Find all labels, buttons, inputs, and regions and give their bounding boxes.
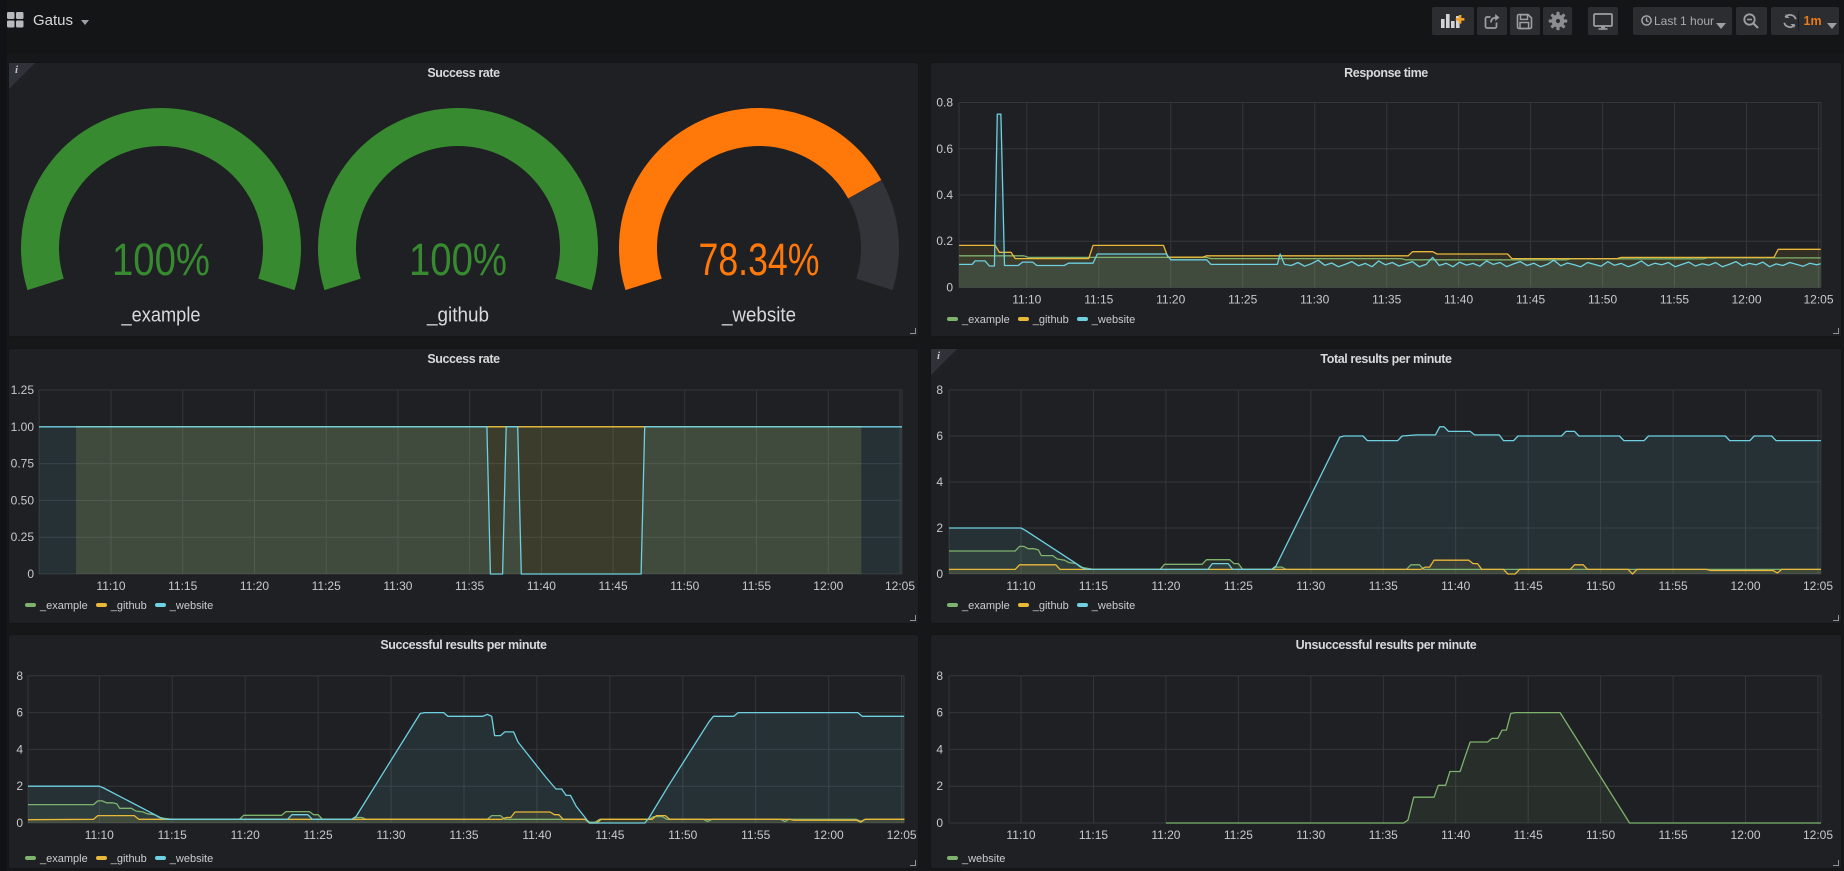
- svg-text:100%: 100%: [409, 234, 507, 285]
- svg-text:11:40: 11:40: [1444, 293, 1473, 307]
- svg-text:2: 2: [936, 521, 943, 535]
- svg-text:8: 8: [936, 669, 943, 683]
- svg-text:12:05: 12:05: [885, 579, 915, 593]
- svg-text:11:20: 11:20: [240, 579, 269, 593]
- svg-text:11:55: 11:55: [741, 828, 770, 842]
- svg-text:11:50: 11:50: [670, 579, 699, 593]
- svg-text:0: 0: [27, 567, 34, 581]
- svg-text:1.00: 1.00: [11, 420, 35, 434]
- svg-text:2: 2: [936, 779, 943, 793]
- svg-text:8: 8: [16, 669, 23, 683]
- svg-text:11:40: 11:40: [1441, 579, 1470, 593]
- svg-text:0.25: 0.25: [11, 530, 35, 544]
- svg-text:12:05: 12:05: [1803, 293, 1833, 307]
- svg-text:0.4: 0.4: [936, 188, 953, 202]
- svg-text:11:20: 11:20: [1156, 293, 1185, 307]
- svg-text:11:15: 11:15: [168, 579, 197, 593]
- svg-text:4: 4: [936, 742, 943, 756]
- svg-text:11:25: 11:25: [1224, 828, 1253, 842]
- svg-text:11:15: 11:15: [1084, 293, 1113, 307]
- svg-text:11:15: 11:15: [1079, 579, 1108, 593]
- svg-text:11:55: 11:55: [1660, 293, 1689, 307]
- svg-text:0.75: 0.75: [11, 457, 35, 471]
- svg-text:11:35: 11:35: [1369, 579, 1398, 593]
- svg-text:11:30: 11:30: [1300, 293, 1329, 307]
- svg-text:0.2: 0.2: [936, 234, 953, 248]
- svg-text:11:10: 11:10: [1006, 579, 1035, 593]
- svg-text:100%: 100%: [112, 234, 210, 285]
- svg-text:11:15: 11:15: [158, 828, 187, 842]
- svg-text:11:20: 11:20: [1151, 579, 1180, 593]
- svg-text:8: 8: [936, 383, 943, 397]
- svg-text:11:40: 11:40: [527, 579, 556, 593]
- svg-text:12:05: 12:05: [887, 828, 917, 842]
- svg-text:11:20: 11:20: [1151, 828, 1180, 842]
- svg-text:11:45: 11:45: [1514, 828, 1543, 842]
- svg-text:11:30: 11:30: [1296, 828, 1325, 842]
- svg-text:6: 6: [16, 706, 23, 720]
- svg-text:2: 2: [16, 779, 23, 793]
- svg-text:0: 0: [936, 816, 943, 830]
- svg-text:11:35: 11:35: [449, 828, 478, 842]
- svg-text:11:40: 11:40: [522, 828, 551, 842]
- svg-text:12:00: 12:00: [1730, 828, 1760, 842]
- svg-text:11:10: 11:10: [1012, 293, 1041, 307]
- svg-text:11:35: 11:35: [1369, 828, 1398, 842]
- svg-text:11:25: 11:25: [304, 828, 333, 842]
- svg-text:12:00: 12:00: [813, 579, 843, 593]
- svg-text:11:55: 11:55: [742, 579, 771, 593]
- svg-text:_example: _example: [121, 305, 201, 327]
- svg-text:12:05: 12:05: [1803, 828, 1833, 842]
- svg-text:12:00: 12:00: [1730, 579, 1760, 593]
- svg-text:11:55: 11:55: [1659, 579, 1688, 593]
- svg-text:0.50: 0.50: [11, 493, 35, 507]
- svg-text:11:40: 11:40: [1441, 828, 1470, 842]
- svg-text:11:20: 11:20: [231, 828, 260, 842]
- svg-text:0: 0: [936, 567, 943, 581]
- svg-text:11:25: 11:25: [312, 579, 341, 593]
- svg-text:11:45: 11:45: [595, 828, 624, 842]
- svg-text:11:55: 11:55: [1659, 828, 1688, 842]
- svg-text:11:25: 11:25: [1224, 579, 1253, 593]
- svg-text:0.8: 0.8: [936, 96, 953, 110]
- svg-text:11:30: 11:30: [1296, 579, 1325, 593]
- svg-text:11:10: 11:10: [85, 828, 114, 842]
- svg-text:11:30: 11:30: [376, 828, 405, 842]
- svg-text:1.25: 1.25: [11, 383, 35, 397]
- svg-text:0: 0: [16, 816, 23, 830]
- svg-text:12:00: 12:00: [814, 828, 844, 842]
- svg-text:_github: _github: [426, 305, 489, 327]
- svg-text:11:50: 11:50: [1586, 828, 1615, 842]
- svg-text:11:10: 11:10: [1006, 828, 1035, 842]
- svg-text:11:15: 11:15: [1079, 828, 1108, 842]
- svg-text:6: 6: [936, 429, 943, 443]
- svg-text:4: 4: [16, 742, 23, 756]
- svg-text:11:25: 11:25: [1228, 293, 1257, 307]
- svg-text:11:50: 11:50: [1586, 579, 1615, 593]
- svg-text:11:50: 11:50: [1588, 293, 1617, 307]
- svg-text:11:50: 11:50: [668, 828, 697, 842]
- svg-text:12:05: 12:05: [1803, 579, 1833, 593]
- svg-text:11:35: 11:35: [1372, 293, 1401, 307]
- svg-text:11:45: 11:45: [599, 579, 628, 593]
- svg-text:12:00: 12:00: [1731, 293, 1761, 307]
- svg-text:11:45: 11:45: [1516, 293, 1545, 307]
- svg-text:4: 4: [936, 475, 943, 489]
- svg-text:11:10: 11:10: [96, 579, 125, 593]
- svg-text:11:45: 11:45: [1514, 579, 1543, 593]
- svg-text:0.6: 0.6: [936, 142, 953, 156]
- svg-text:0: 0: [946, 281, 953, 295]
- svg-text:_website: _website: [721, 305, 796, 327]
- svg-text:11:35: 11:35: [455, 579, 484, 593]
- svg-text:11:30: 11:30: [383, 579, 412, 593]
- svg-text:78.34%: 78.34%: [699, 234, 820, 285]
- svg-text:6: 6: [936, 706, 943, 720]
